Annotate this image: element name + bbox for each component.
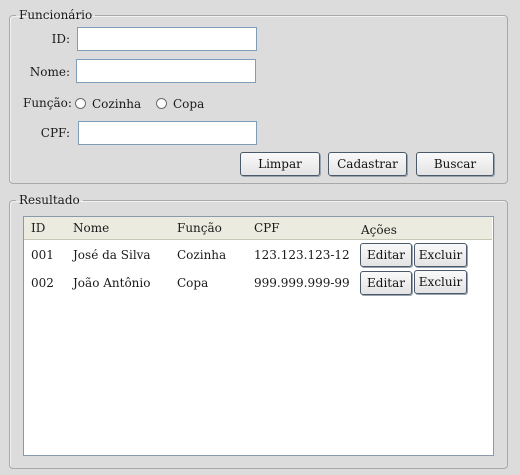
edit-button[interactable]: Editar [360,243,412,267]
column-header-id[interactable]: ID [31,221,45,235]
employee-form-legend: Funcionário [19,8,93,22]
row-role: Cozinha [177,248,227,262]
cpf-field[interactable] [78,121,257,145]
row-cpf: 123.123.123-12 [254,248,350,262]
delete-button[interactable]: Excluir [414,243,467,267]
row-id: 001 [31,248,54,262]
table-row: 002 João Antônio Copa 999.999.999-99 Edi… [24,270,492,296]
row-name: José da Silva [73,248,151,262]
role-radio-cozinha[interactable] [75,98,86,109]
table-row: 001 José da Silva Cozinha 123.123.123-12… [24,243,492,269]
column-header-actions[interactable]: Ações [361,223,397,237]
id-field[interactable] [77,27,257,51]
row-cpf: 999.999.999-99 [254,276,350,290]
name-label: Nome: [29,65,70,79]
column-header-cpf[interactable]: CPF [254,221,280,235]
role-radio-copa[interactable] [156,98,167,109]
results-legend: Resultado [19,193,80,207]
register-button[interactable]: Cadastrar [328,152,407,176]
column-header-role[interactable]: Função [177,221,222,235]
row-id: 002 [31,276,54,290]
role-option-copa-label[interactable]: Copa [173,97,204,111]
search-button[interactable]: Buscar [416,152,494,176]
row-name: João Antônio [73,276,151,290]
role-label: Função: [23,96,72,110]
cpf-label: CPF: [40,126,70,140]
row-role: Copa [177,276,209,290]
delete-button[interactable]: Excluir [414,270,467,294]
edit-button[interactable]: Editar [360,271,412,295]
column-header-name[interactable]: Nome [73,221,109,235]
clear-button[interactable]: Limpar [240,152,320,176]
id-label: ID: [51,32,70,46]
name-field[interactable] [76,59,256,83]
table-header: ID Nome Função CPF Ações [24,217,492,240]
results-table: ID Nome Função CPF Ações 001 José da Sil… [23,216,494,456]
role-option-cozinha-label[interactable]: Cozinha [92,97,141,111]
